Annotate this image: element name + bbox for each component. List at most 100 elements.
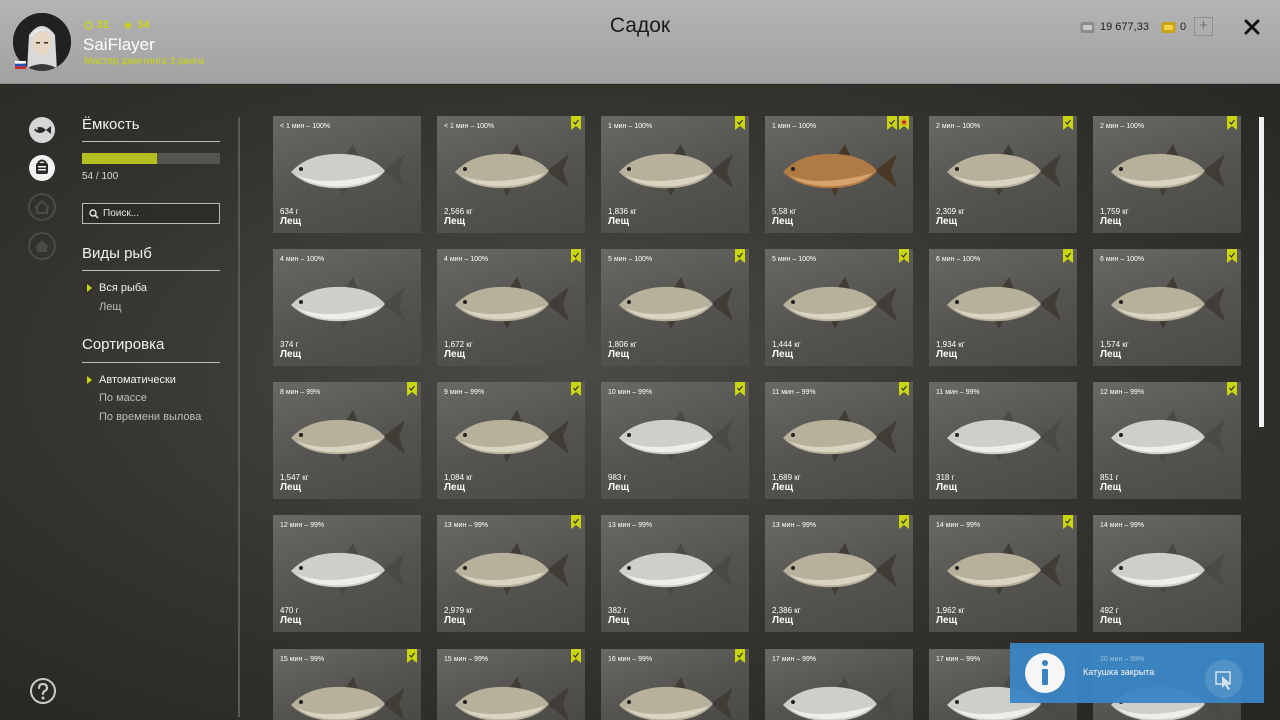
fish-species: Лещ xyxy=(444,216,466,227)
fish-card[interactable]: 1 мин – 100% 1,836 кг Лещ xyxy=(601,116,749,233)
fish-weight: 374 г xyxy=(280,340,299,349)
fish-card[interactable]: 2 мин – 100% 1,759 кг Лещ xyxy=(1093,116,1241,233)
fish-card[interactable]: 6 мин – 100% 1,934 кг Лещ xyxy=(929,249,1077,366)
fish-card[interactable]: 10 мин – 99% 983 г Лещ xyxy=(601,382,749,499)
catch-time: 1 мин – 100% xyxy=(772,123,817,130)
top-bar: 31 34 SaiFlayer Мастер джиггинга 3 ранга… xyxy=(0,0,1280,84)
russia-flag-icon xyxy=(15,61,26,69)
catch-time: < 1 мин – 100% xyxy=(444,123,495,130)
fish-card[interactable]: 4 мин – 100% 374 г Лещ xyxy=(273,249,421,366)
bream-fish-icon xyxy=(783,543,897,595)
bream-fish-icon xyxy=(783,144,897,196)
money-icon xyxy=(1080,21,1095,33)
bream-fish-icon xyxy=(1111,144,1225,196)
bream-fish-icon xyxy=(455,543,569,595)
fish-card[interactable]: 8 мин – 99% 1,547 кг Лещ xyxy=(273,382,421,499)
fish-weight: 1,934 кг xyxy=(936,340,965,349)
catch-time: 11 мин – 99% xyxy=(772,389,816,396)
star-icon xyxy=(123,20,133,30)
catch-time: < 1 мин – 100% xyxy=(280,123,331,130)
bookmark-badge-icon xyxy=(571,116,581,130)
catch-time: 13 мин – 99% xyxy=(444,522,489,529)
catch-time: 10 мин – 99% xyxy=(608,389,653,396)
catch-time: 13 мин – 99% xyxy=(608,522,653,529)
catch-time: 9 мин – 99% xyxy=(444,389,485,396)
fish-weight: 1,759 кг xyxy=(1100,207,1129,216)
fish-card[interactable]: 15 мин – 99% xyxy=(437,649,585,720)
fish-card[interactable]: 12 мин – 99% 470 г Лещ xyxy=(273,515,421,632)
fish-weight: 2,979 кг xyxy=(444,606,473,615)
bookmark-badge-icon xyxy=(1227,382,1237,396)
fish-card[interactable]: 5 мин – 100% 1,444 кг Лещ xyxy=(765,249,913,366)
catch-time: 5 мин – 100% xyxy=(608,256,653,263)
fish-weight: 1,689 кг xyxy=(772,473,801,482)
fish-card[interactable]: 9 мин – 99% 1,084 кг Лещ xyxy=(437,382,585,499)
fish-species: Лещ xyxy=(608,615,630,626)
fish-weight: 1,672 кг xyxy=(444,340,473,349)
bream-fish-icon xyxy=(291,543,405,595)
info-icon xyxy=(1025,653,1065,693)
fish-species: Лещ xyxy=(936,349,958,360)
fish-species: Лещ xyxy=(280,482,302,493)
add-gold-button[interactable]: + xyxy=(1194,17,1213,36)
bream-fish-icon xyxy=(947,277,1061,329)
fish-card[interactable]: 11 мин – 99% 1,689 кг Лещ xyxy=(765,382,913,499)
fish-card[interactable]: 15 мин – 99% xyxy=(273,649,421,720)
fish-card[interactable]: 2 мин – 100% 2,309 кг Лещ xyxy=(929,116,1077,233)
fish-card[interactable]: < 1 мин – 100% 634 г Лещ xyxy=(273,116,421,233)
fish-card[interactable]: 11 мин – 99% 318 г Лещ xyxy=(929,382,1077,499)
bookmark-badge-icon xyxy=(571,382,581,396)
username: SaiFlayer xyxy=(83,35,155,54)
fish-card[interactable]: 16 мин – 99% xyxy=(601,649,749,720)
fish-card[interactable]: < 1 мин – 100% 2,566 кг Лещ xyxy=(437,116,585,233)
fish-card[interactable]: 13 мин – 99% 2,979 кг Лещ xyxy=(437,515,585,632)
money-display: 19 677,33 xyxy=(1080,17,1149,37)
fish-species: Лещ xyxy=(1100,216,1122,227)
trophy-star-badge-icon xyxy=(899,116,909,130)
notification-toast[interactable]: 20 мин – 99% Катушка закрыта xyxy=(1010,643,1264,703)
scrollbar[interactable] xyxy=(1259,117,1264,427)
fish-species: Лещ xyxy=(1100,615,1122,626)
fish-card[interactable]: 5 мин – 100% 1,806 кг Лещ xyxy=(601,249,749,366)
catch-time: 4 мин – 100% xyxy=(444,256,489,263)
catch-time: 12 мин – 99% xyxy=(280,522,325,529)
fish-species: Лещ xyxy=(1100,482,1122,493)
fish-weight: 2,309 кг xyxy=(936,207,965,216)
fish-species: Лещ xyxy=(936,482,958,493)
fish-card[interactable]: 13 мин – 99% 382 г Лещ xyxy=(601,515,749,632)
bream-fish-icon xyxy=(619,144,733,196)
bream-fish-icon xyxy=(783,677,897,720)
gold-icon xyxy=(1161,21,1176,33)
bream-fish-icon xyxy=(291,410,405,462)
fish-species: Лещ xyxy=(772,216,794,227)
fish-species: Лещ xyxy=(608,482,630,493)
keepnet-panel: Ёмкость 54 / 100 Поиск... Виды рыб Вся р… xyxy=(0,85,1280,720)
fish-weight: 1,547 кг xyxy=(280,473,309,482)
bookmark-badge-icon xyxy=(899,382,909,396)
bookmark-badge-icon xyxy=(735,649,745,663)
catch-time: 17 мин – 99% xyxy=(936,656,981,663)
catch-time: 2 мин – 100% xyxy=(936,123,981,130)
bream-fish-icon xyxy=(619,277,733,329)
level-icon xyxy=(84,20,93,30)
bookmark-badge-icon xyxy=(1227,249,1237,263)
player-rank: Мастер джиггинга 3 ранга xyxy=(84,56,204,67)
fish-card[interactable]: 14 мин – 99% 1,962 кг Лещ xyxy=(929,515,1077,632)
fish-weight: 2,566 кг xyxy=(444,207,473,216)
bream-fish-icon xyxy=(291,677,405,720)
close-icon[interactable] xyxy=(1242,17,1262,37)
fish-card[interactable]: 6 мин – 100% 1,574 кг Лещ xyxy=(1093,249,1241,366)
catch-time: 11 мин – 99% xyxy=(936,389,980,396)
catch-time: 15 мин – 99% xyxy=(444,656,489,663)
fish-card[interactable]: 4 мин – 100% 1,672 кг Лещ xyxy=(437,249,585,366)
fish-card[interactable]: 13 мин – 99% 2,386 кг Лещ xyxy=(765,515,913,632)
fish-card[interactable]: 12 мин – 99% 851 г Лещ xyxy=(1093,382,1241,499)
fish-card[interactable]: 1 мин – 100% 5,58 кг Лещ xyxy=(765,116,913,233)
fish-card[interactable]: 14 мин – 99% 492 г Лещ xyxy=(1093,515,1241,632)
bookmark-badge-icon xyxy=(735,249,745,263)
catch-time: 14 мин – 99% xyxy=(936,522,981,529)
bream-fish-icon xyxy=(1111,410,1225,462)
bookmark-badge-icon xyxy=(1063,116,1073,130)
fish-card[interactable]: 17 мин – 99% xyxy=(765,649,913,720)
catch-time: 5 мин – 100% xyxy=(772,256,817,263)
